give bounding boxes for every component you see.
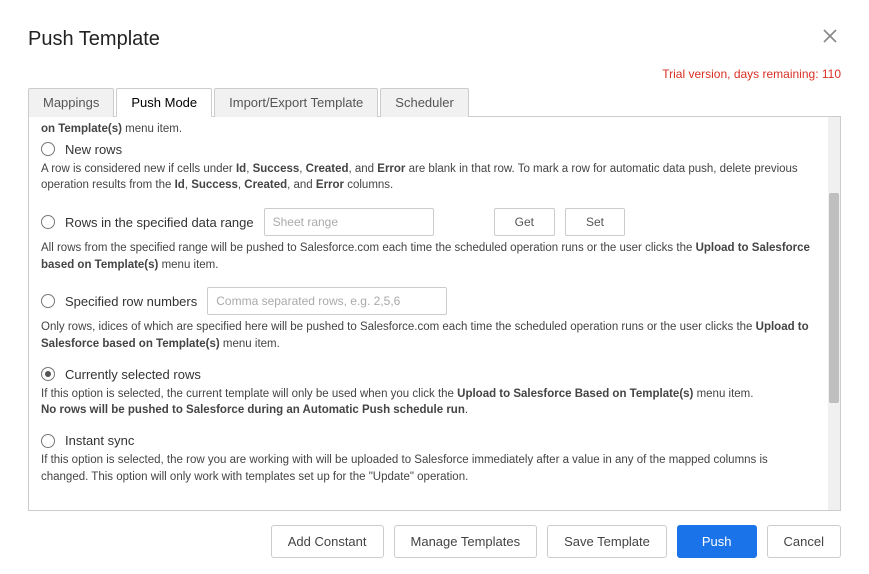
radio-instant-sync[interactable] xyxy=(41,434,55,448)
title-row: Push Template xyxy=(28,24,841,59)
set-button[interactable]: Set xyxy=(565,208,625,236)
tab-content: on Template(s) menu item. New rows A row… xyxy=(29,117,828,510)
trial-notice: Trial version, days remaining: 110 xyxy=(28,67,841,81)
save-template-button[interactable]: Save Template xyxy=(547,525,667,558)
option-row-numbers: Specified row numbers Comma separated ro… xyxy=(41,287,816,352)
label-instant-sync: Instant sync xyxy=(65,433,134,448)
close-icon[interactable] xyxy=(819,24,841,50)
scrollbar-thumb[interactable] xyxy=(829,193,839,403)
dialog-title: Push Template xyxy=(28,28,160,51)
label-currently-selected: Currently selected rows xyxy=(65,367,201,382)
footer-buttons: Add Constant Manage Templates Save Templ… xyxy=(28,511,841,558)
option-currently-selected: Currently selected rows If this option i… xyxy=(41,367,816,419)
push-template-dialog: Push Template Trial version, days remain… xyxy=(0,0,869,574)
option-instant-sync: Instant sync If this option is selected,… xyxy=(41,433,816,485)
label-rows-range: Rows in the specified data range xyxy=(65,215,254,230)
label-row-numbers: Specified row numbers xyxy=(65,294,197,309)
push-button[interactable]: Push xyxy=(677,525,757,558)
label-new-rows: New rows xyxy=(65,142,122,157)
desc-currently-selected: If this option is selected, the current … xyxy=(41,386,816,419)
scrollbar[interactable] xyxy=(828,117,840,510)
option-new-rows: New rows A row is considered new if cell… xyxy=(41,142,816,194)
radio-new-rows[interactable] xyxy=(41,142,55,156)
tab-import-export[interactable]: Import/Export Template xyxy=(214,88,378,117)
cutoff-fragment: on Template(s) menu item. xyxy=(41,121,816,138)
radio-rows-range[interactable] xyxy=(41,215,55,229)
tab-mappings[interactable]: Mappings xyxy=(28,88,114,117)
get-button[interactable]: Get xyxy=(494,208,555,236)
desc-new-rows: A row is considered new if cells under I… xyxy=(41,161,816,194)
tab-scheduler[interactable]: Scheduler xyxy=(380,88,469,117)
tab-bar: Mappings Push Mode Import/Export Templat… xyxy=(28,87,841,117)
tab-push-mode[interactable]: Push Mode xyxy=(116,88,212,117)
radio-currently-selected[interactable] xyxy=(41,367,55,381)
radio-row-numbers[interactable] xyxy=(41,294,55,308)
sheet-range-input[interactable]: Sheet range xyxy=(264,208,434,236)
desc-rows-range: All rows from the specified range will b… xyxy=(41,240,816,273)
desc-instant-sync: If this option is selected, the row you … xyxy=(41,452,816,485)
row-numbers-input[interactable]: Comma separated rows, e.g. 2,5,6 xyxy=(207,287,447,315)
desc-row-numbers: Only rows, idices of which are specified… xyxy=(41,319,816,352)
cancel-button[interactable]: Cancel xyxy=(767,525,841,558)
add-constant-button[interactable]: Add Constant xyxy=(271,525,384,558)
option-rows-range: Rows in the specified data range Sheet r… xyxy=(41,208,816,273)
content-wrap: on Template(s) menu item. New rows A row… xyxy=(28,117,841,511)
manage-templates-button[interactable]: Manage Templates xyxy=(394,525,538,558)
